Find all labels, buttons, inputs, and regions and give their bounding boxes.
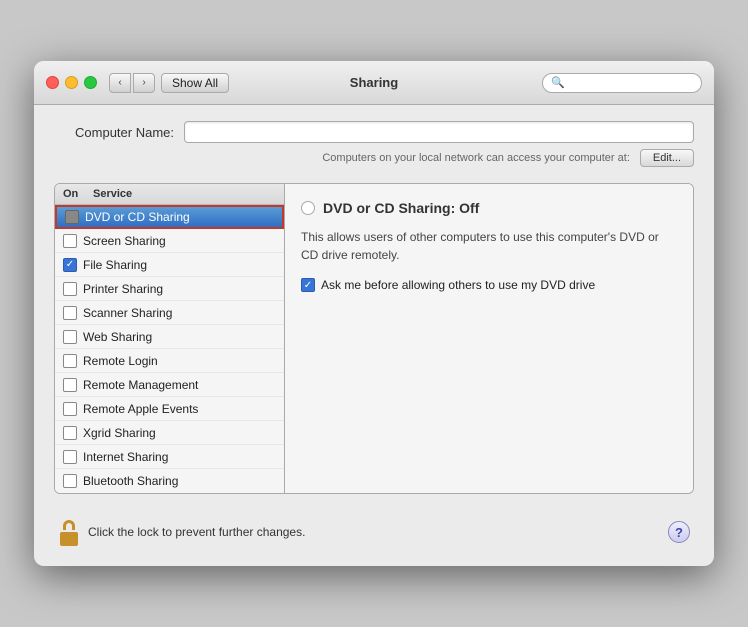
minimize-button[interactable] <box>65 76 78 89</box>
service-item-internet[interactable]: Internet Sharing <box>55 445 284 469</box>
bottom-bar: Click the lock to prevent further change… <box>54 510 694 550</box>
edit-button[interactable]: Edit... <box>640 149 694 167</box>
search-box[interactable]: 🔍 <box>542 73 702 93</box>
search-input[interactable] <box>569 77 693 89</box>
computer-name-input[interactable] <box>184 121 694 143</box>
computer-name-row: Computer Name: <box>54 121 694 143</box>
service-checkbox-printer[interactable] <box>63 282 77 296</box>
sharing-window: ‹ › Show All Sharing 🔍 Computer Name: Co… <box>34 61 714 566</box>
help-button[interactable]: ? <box>668 521 690 543</box>
back-button[interactable]: ‹ <box>109 73 131 93</box>
service-checkbox-remote-events[interactable] <box>63 402 77 416</box>
local-network-text: Computers on your local network can acce… <box>322 152 630 164</box>
service-name-internet: Internet Sharing <box>83 450 168 464</box>
main-panel: On Service DVD or CD Sharing Screen Shar… <box>54 183 694 494</box>
content-area: Computer Name: Computers on your local n… <box>34 105 714 566</box>
lock-area[interactable]: Click the lock to prevent further change… <box>58 518 305 546</box>
service-item-scanner[interactable]: Scanner Sharing <box>55 301 284 325</box>
service-name-scanner: Scanner Sharing <box>83 306 172 320</box>
service-name-bluetooth: Bluetooth Sharing <box>83 474 178 488</box>
forward-button[interactable]: › <box>133 73 155 93</box>
ask-me-checkbox[interactable]: ✓ <box>301 278 315 292</box>
ask-me-row: ✓ Ask me before allowing others to use m… <box>301 278 677 292</box>
lock-icon <box>58 518 80 546</box>
service-item-dvd[interactable]: DVD or CD Sharing <box>55 205 284 229</box>
service-name-web: Web Sharing <box>83 330 152 344</box>
service-checkbox-xgrid[interactable] <box>63 426 77 440</box>
computer-name-label: Computer Name: <box>54 125 174 140</box>
service-name-dvd: DVD or CD Sharing <box>85 210 190 224</box>
service-item-screen[interactable]: Screen Sharing <box>55 229 284 253</box>
lock-text: Click the lock to prevent further change… <box>88 525 305 539</box>
nav-buttons: ‹ › <box>109 73 155 93</box>
service-item-file[interactable]: ✓ File Sharing <box>55 253 284 277</box>
service-checkbox-internet[interactable] <box>63 450 77 464</box>
service-name-file: File Sharing <box>83 258 147 272</box>
service-name-xgrid: Xgrid Sharing <box>83 426 156 440</box>
service-name-screen: Screen Sharing <box>83 234 166 248</box>
close-button[interactable] <box>46 76 59 89</box>
service-name-printer: Printer Sharing <box>83 282 163 296</box>
service-item-xgrid[interactable]: Xgrid Sharing <box>55 421 284 445</box>
service-name-remote-mgmt: Remote Management <box>83 378 198 392</box>
services-list: On Service DVD or CD Sharing Screen Shar… <box>55 184 285 493</box>
service-checkbox-remote-mgmt[interactable] <box>63 378 77 392</box>
col-on-header: On <box>63 188 93 200</box>
maximize-button[interactable] <box>84 76 97 89</box>
search-icon: 🔍 <box>551 76 565 89</box>
dvd-description: This allows users of other computers to … <box>301 228 677 264</box>
service-checkbox-screen[interactable] <box>63 234 77 248</box>
services-header: On Service <box>55 184 284 205</box>
service-checkbox-dvd[interactable] <box>65 210 79 224</box>
local-network-row: Computers on your local network can acce… <box>54 149 694 167</box>
service-name-remote-events: Remote Apple Events <box>83 402 198 416</box>
titlebar: ‹ › Show All Sharing 🔍 <box>34 61 714 105</box>
window-title: Sharing <box>350 75 398 90</box>
service-item-printer[interactable]: Printer Sharing <box>55 277 284 301</box>
service-checkbox-web[interactable] <box>63 330 77 344</box>
service-item-web[interactable]: Web Sharing <box>55 325 284 349</box>
service-name-remote-login: Remote Login <box>83 354 158 368</box>
service-item-remote-events[interactable]: Remote Apple Events <box>55 397 284 421</box>
service-checkbox-file[interactable]: ✓ <box>63 258 77 272</box>
show-all-button[interactable]: Show All <box>161 73 229 93</box>
dvd-status-row: DVD or CD Sharing: Off <box>301 200 677 216</box>
dvd-radio-button[interactable] <box>301 201 315 215</box>
ask-me-label: Ask me before allowing others to use my … <box>321 278 595 292</box>
service-item-remote-login[interactable]: Remote Login <box>55 349 284 373</box>
col-service-header: Service <box>93 188 276 200</box>
dvd-status-text: DVD or CD Sharing: Off <box>323 200 479 216</box>
traffic-lights <box>46 76 97 89</box>
service-checkbox-scanner[interactable] <box>63 306 77 320</box>
service-checkbox-remote-login[interactable] <box>63 354 77 368</box>
right-panel: DVD or CD Sharing: Off This allows users… <box>285 184 693 493</box>
service-item-remote-mgmt[interactable]: Remote Management <box>55 373 284 397</box>
service-checkbox-bluetooth[interactable] <box>63 474 77 488</box>
service-item-bluetooth[interactable]: Bluetooth Sharing <box>55 469 284 493</box>
